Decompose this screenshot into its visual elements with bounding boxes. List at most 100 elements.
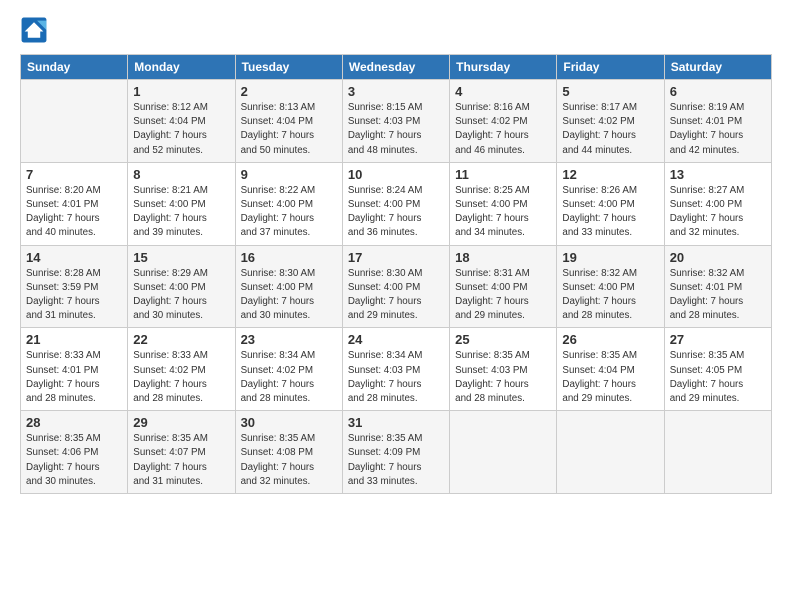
day-info: Sunrise: 8:31 AM Sunset: 4:00 PM Dayligh… [455,267,551,324]
day-cell: 13 Sunrise: 8:27 AM Sunset: 4:00 PM Dayli… [664,162,771,245]
day-number: 28 [26,415,122,430]
header-cell-saturday: Saturday [664,55,771,80]
day-info: Sunrise: 8:25 AM Sunset: 4:00 PM Dayligh… [455,184,551,241]
day-cell: 8Sunrise: 8:21 AM Sunset: 4:00 PM Daylig… [128,162,235,245]
day-cell: 25 Sunrise: 8:35 AM Sunset: 4:03 PM Dayli… [450,328,557,411]
day-cell: 29Sunrise: 8:35 AM Sunset: 4:07 PM Dayli… [128,411,235,494]
day-info: Sunrise: 8:15 AM Sunset: 4:03 PM Dayligh… [348,101,444,158]
day-number: 14 [26,250,122,265]
calendar-body: 1 Sunrise: 8:12 AM Sunset: 4:04 PM Daylig… [21,80,772,494]
day-number: 1 [133,84,229,99]
header [20,16,772,44]
day-number: 31 [348,415,444,430]
header-cell-friday: Friday [557,55,664,80]
day-cell: 7 Sunrise: 8:20 AM Sunset: 4:01 PM Daylig… [21,162,128,245]
day-number: 9 [241,167,337,182]
day-info: Sunrise: 8:33 AM Sunset: 4:01 PM Dayligh… [26,349,122,406]
day-info: Sunrise: 8:34 AM Sunset: 4:03 PM Dayligh… [348,349,444,406]
day-number: 15 [133,250,229,265]
day-cell: 11Sunrise: 8:25 AM Sunset: 4:00 PM Dayli… [450,162,557,245]
day-cell: 26 Sunrise: 8:35 AM Sunset: 4:04 PM Dayli… [557,328,664,411]
day-cell: 16 Sunrise: 8:30 AM Sunset: 4:00 PM Dayli… [235,245,342,328]
header-cell-monday: Monday [128,55,235,80]
day-cell: 1 Sunrise: 8:12 AM Sunset: 4:04 PM Daylig… [128,80,235,163]
day-cell: 15 Sunrise: 8:29 AM Sunset: 4:00 PM Dayli… [128,245,235,328]
day-cell: 19 Sunrise: 8:32 AM Sunset: 4:00 PM Dayli… [557,245,664,328]
day-info: Sunrise: 8:35 AM Sunset: 4:08 PM Dayligh… [241,432,337,489]
page-container: SundayMondayTuesdayWednesdayThursdayFrid… [0,0,792,504]
header-cell-tuesday: Tuesday [235,55,342,80]
day-number: 24 [348,332,444,347]
day-cell: 24 Sunrise: 8:34 AM Sunset: 4:03 PM Dayli… [342,328,449,411]
week-row-2: 7 Sunrise: 8:20 AM Sunset: 4:01 PM Daylig… [21,162,772,245]
day-number: 16 [241,250,337,265]
day-number: 20 [670,250,766,265]
day-number: 3 [348,84,444,99]
day-cell: 22Sunrise: 8:33 AM Sunset: 4:02 PM Dayli… [128,328,235,411]
day-info: Sunrise: 8:27 AM Sunset: 4:00 PM Dayligh… [670,184,766,241]
day-info: Sunrise: 8:12 AM Sunset: 4:04 PM Dayligh… [133,101,229,158]
day-info: Sunrise: 8:17 AM Sunset: 4:02 PM Dayligh… [562,101,658,158]
day-cell: 18 Sunrise: 8:31 AM Sunset: 4:00 PM Dayli… [450,245,557,328]
header-cell-sunday: Sunday [21,55,128,80]
calendar-table: SundayMondayTuesdayWednesdayThursdayFrid… [20,54,772,494]
day-cell: 9 Sunrise: 8:22 AM Sunset: 4:00 PM Daylig… [235,162,342,245]
day-cell [664,411,771,494]
day-cell [557,411,664,494]
day-info: Sunrise: 8:22 AM Sunset: 4:00 PM Dayligh… [241,184,337,241]
week-row-1: 1 Sunrise: 8:12 AM Sunset: 4:04 PM Daylig… [21,80,772,163]
day-info: Sunrise: 8:16 AM Sunset: 4:02 PM Dayligh… [455,101,551,158]
day-number: 13 [670,167,766,182]
day-cell: 30 Sunrise: 8:35 AM Sunset: 4:08 PM Dayli… [235,411,342,494]
day-number: 6 [670,84,766,99]
week-row-3: 14 Sunrise: 8:28 AM Sunset: 3:59 PM Dayli… [21,245,772,328]
day-number: 21 [26,332,122,347]
logo-icon [20,16,48,44]
day-number: 30 [241,415,337,430]
day-number: 23 [241,332,337,347]
day-cell: 20 Sunrise: 8:32 AM Sunset: 4:01 PM Dayli… [664,245,771,328]
day-info: Sunrise: 8:29 AM Sunset: 4:00 PM Dayligh… [133,267,229,324]
day-cell: 21 Sunrise: 8:33 AM Sunset: 4:01 PM Dayli… [21,328,128,411]
day-cell: 6Sunrise: 8:19 AM Sunset: 4:01 PM Daylig… [664,80,771,163]
day-info: Sunrise: 8:32 AM Sunset: 4:00 PM Dayligh… [562,267,658,324]
header-cell-thursday: Thursday [450,55,557,80]
day-number: 18 [455,250,551,265]
day-info: Sunrise: 8:13 AM Sunset: 4:04 PM Dayligh… [241,101,337,158]
day-cell: 12Sunrise: 8:26 AM Sunset: 4:00 PM Dayli… [557,162,664,245]
day-number: 10 [348,167,444,182]
day-info: Sunrise: 8:28 AM Sunset: 3:59 PM Dayligh… [26,267,122,324]
day-info: Sunrise: 8:35 AM Sunset: 4:09 PM Dayligh… [348,432,444,489]
day-number: 19 [562,250,658,265]
day-number: 4 [455,84,551,99]
day-cell: 4 Sunrise: 8:16 AM Sunset: 4:02 PM Daylig… [450,80,557,163]
day-info: Sunrise: 8:35 AM Sunset: 4:05 PM Dayligh… [670,349,766,406]
logo [20,16,52,44]
day-cell: 14 Sunrise: 8:28 AM Sunset: 3:59 PM Dayli… [21,245,128,328]
header-row: SundayMondayTuesdayWednesdayThursdayFrid… [21,55,772,80]
day-cell: 27Sunrise: 8:35 AM Sunset: 4:05 PM Dayli… [664,328,771,411]
header-cell-wednesday: Wednesday [342,55,449,80]
day-number: 17 [348,250,444,265]
day-number: 26 [562,332,658,347]
week-row-4: 21 Sunrise: 8:33 AM Sunset: 4:01 PM Dayli… [21,328,772,411]
day-info: Sunrise: 8:34 AM Sunset: 4:02 PM Dayligh… [241,349,337,406]
day-info: Sunrise: 8:35 AM Sunset: 4:03 PM Dayligh… [455,349,551,406]
day-info: Sunrise: 8:20 AM Sunset: 4:01 PM Dayligh… [26,184,122,241]
day-cell: 28 Sunrise: 8:35 AM Sunset: 4:06 PM Dayli… [21,411,128,494]
day-info: Sunrise: 8:30 AM Sunset: 4:00 PM Dayligh… [241,267,337,324]
day-number: 25 [455,332,551,347]
calendar-header: SundayMondayTuesdayWednesdayThursdayFrid… [21,55,772,80]
day-number: 7 [26,167,122,182]
day-info: Sunrise: 8:35 AM Sunset: 4:04 PM Dayligh… [562,349,658,406]
day-info: Sunrise: 8:32 AM Sunset: 4:01 PM Dayligh… [670,267,766,324]
day-info: Sunrise: 8:35 AM Sunset: 4:06 PM Dayligh… [26,432,122,489]
day-number: 22 [133,332,229,347]
week-row-5: 28 Sunrise: 8:35 AM Sunset: 4:06 PM Dayli… [21,411,772,494]
day-info: Sunrise: 8:35 AM Sunset: 4:07 PM Dayligh… [133,432,229,489]
day-number: 5 [562,84,658,99]
day-cell: 17Sunrise: 8:30 AM Sunset: 4:00 PM Dayli… [342,245,449,328]
day-cell: 5 Sunrise: 8:17 AM Sunset: 4:02 PM Daylig… [557,80,664,163]
day-info: Sunrise: 8:21 AM Sunset: 4:00 PM Dayligh… [133,184,229,241]
day-cell [21,80,128,163]
